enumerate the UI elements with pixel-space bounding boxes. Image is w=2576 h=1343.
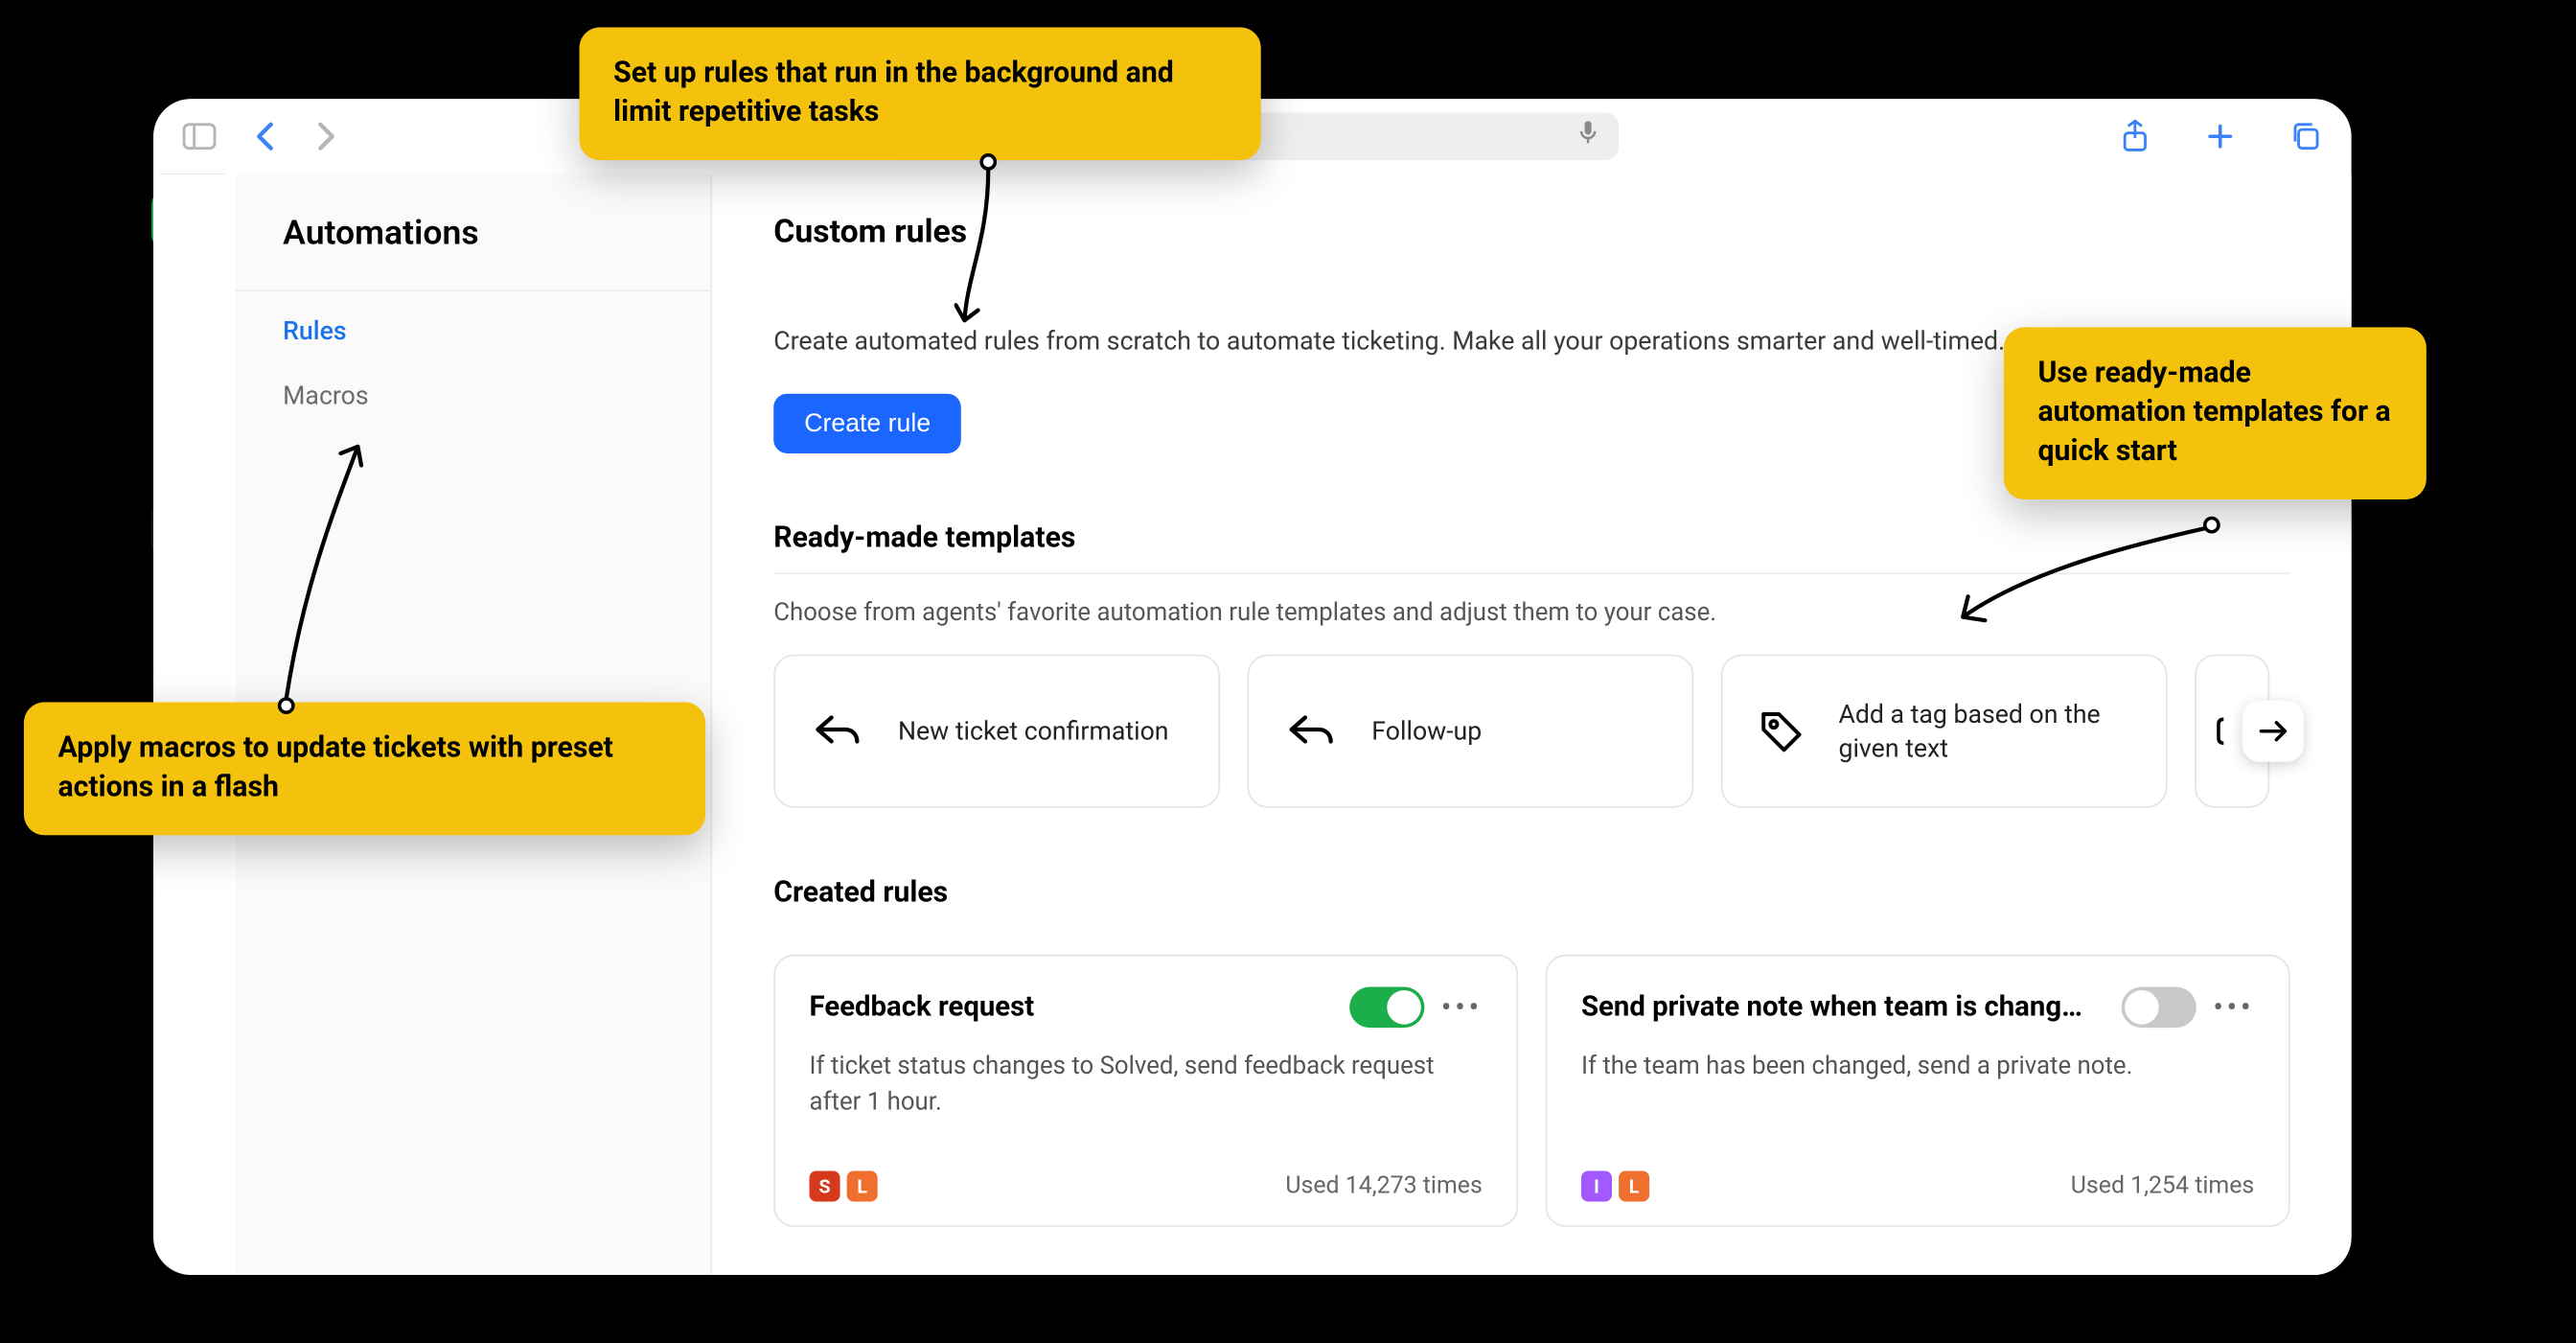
template-label: New ticket confirmation (898, 714, 1169, 749)
more-icon[interactable]: ••• (1441, 989, 1483, 1025)
rule-usage: Used 1,254 times (2071, 1172, 2255, 1199)
rule-tags: I L (1581, 1170, 1649, 1201)
more-icon[interactable]: ••• (2213, 989, 2254, 1025)
templates-next-button[interactable] (2242, 701, 2304, 762)
rule-card-feedback[interactable]: Feedback request ••• If ticket status ch… (773, 955, 1518, 1228)
create-rule-button[interactable]: Create rule (773, 394, 961, 453)
created-rules-heading: Created rules (773, 876, 2289, 927)
templates-sub: Choose from agents' favorite automation … (773, 598, 2289, 627)
callout-left: Apply macros to update tickets with pres… (24, 703, 705, 835)
template-card-add-tag[interactable]: Add a tag based on the given text (1721, 655, 2168, 808)
sidebar-item-rules[interactable]: Rules (235, 291, 710, 357)
mic-icon[interactable] (1577, 119, 1598, 153)
new-tab-icon[interactable] (2201, 118, 2239, 155)
rule-toggle[interactable] (1349, 986, 1424, 1028)
reply-icon (810, 703, 867, 760)
rule-title: Send private note when team is chang… (1581, 991, 2104, 1024)
sidebar-item-macros[interactable]: Macros (235, 357, 710, 422)
template-label: Add a tag based on the given text (1838, 697, 2131, 766)
rule-description: If the team has been changed, send a pri… (1581, 1048, 2254, 1120)
tag-badge: L (1619, 1170, 1649, 1201)
rule-tags: S L (810, 1171, 878, 1202)
sidebar-title: Automations (235, 211, 710, 291)
template-card-new-ticket[interactable]: New ticket confirmation (773, 655, 1220, 808)
callout-top: Set up rules that run in the background … (580, 27, 1261, 159)
rule-card-private-note[interactable]: Send private note when team is chang… ••… (1546, 955, 2290, 1228)
template-card-follow-up[interactable]: Follow-up (1247, 655, 1693, 808)
sidebar-toggle-icon[interactable] (180, 118, 218, 155)
share-icon[interactable] (2116, 118, 2153, 155)
tag-badge: S (810, 1171, 840, 1202)
rules-row: Feedback request ••• If ticket status ch… (773, 955, 2289, 1228)
callout-right: Use ready-made automation templates for … (2004, 327, 2426, 498)
tag-badge: I (1581, 1170, 1612, 1201)
reply-icon (1283, 703, 1341, 760)
rule-title: Feedback request (810, 991, 1332, 1024)
browser-back-icon[interactable] (245, 118, 283, 155)
template-label: Follow-up (1371, 714, 1482, 749)
page-title: Custom rules (773, 211, 2289, 250)
templates-row: New ticket confirmation Follow-up Add a … (773, 655, 2289, 808)
tabs-icon[interactable] (2287, 118, 2324, 155)
rule-description: If ticket status changes to Solved, send… (810, 1048, 1483, 1120)
rule-usage: Used 14,273 times (1285, 1172, 1482, 1199)
browser-forward-icon[interactable] (307, 118, 344, 155)
tag-icon (1757, 703, 1807, 760)
templates-heading: Ready-made templates (773, 521, 2289, 574)
rule-toggle[interactable] (2121, 986, 2196, 1028)
tag-badge: L (847, 1171, 878, 1202)
